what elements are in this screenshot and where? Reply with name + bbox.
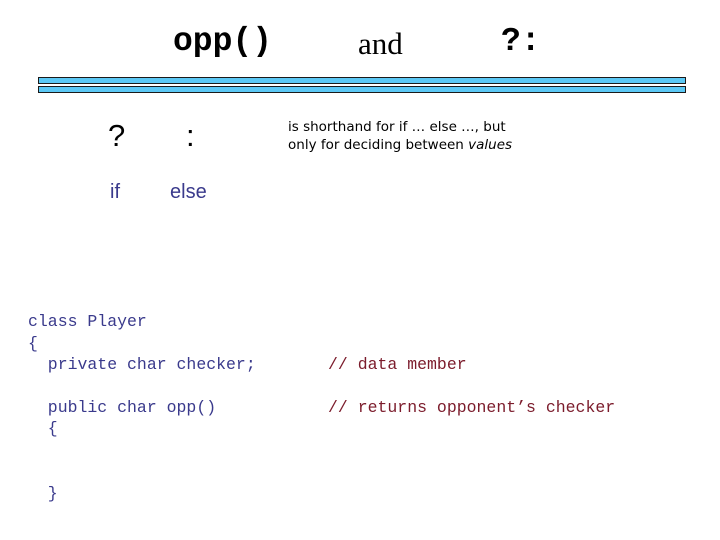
- title-ternary-operator: ?:: [501, 23, 541, 60]
- title-opp-method: opp(): [173, 23, 273, 60]
- ternary-question-symbol: ?: [108, 118, 126, 153]
- code-line-comment: // returns opponent’s checker: [328, 397, 616, 417]
- explanation-note-line-2: only for deciding between values: [288, 136, 588, 154]
- title-conjunction: and: [358, 26, 403, 61]
- slide-title: opp() and ?:: [0, 18, 720, 68]
- title-divider: [38, 77, 686, 93]
- code-line-text: class Player: [28, 312, 147, 331]
- ternary-colon-symbol: :: [186, 118, 195, 153]
- code-line-text: {: [28, 419, 58, 438]
- note-line1-mid: …: [407, 119, 430, 135]
- note-line2-emphasis: values: [468, 137, 513, 153]
- code-line-text: private char checker;: [28, 355, 256, 374]
- note-line1-prefix: is shorthand for: [288, 119, 399, 135]
- keyword-else-label: else: [170, 181, 207, 203]
- code-line: }: [28, 483, 708, 505]
- code-line: public char opp() // returns opponent’s c…: [28, 397, 708, 419]
- keyword-if-label: if: [110, 181, 120, 203]
- explanation-note: is shorthand for if … else …, but only f…: [288, 118, 588, 154]
- code-line-text: }: [28, 483, 58, 503]
- note-line1-else: else: [429, 119, 457, 135]
- note-line1-suffix: …, but: [456, 119, 506, 135]
- note-line2-prefix: only for deciding between: [288, 137, 469, 153]
- code-line: class Player: [28, 311, 708, 333]
- code-line: private char checker; // data member: [28, 354, 708, 376]
- code-line: {: [28, 333, 708, 355]
- divider-bar-bottom: [38, 86, 686, 93]
- code-line-text: {: [28, 333, 38, 353]
- divider-bar-top: [38, 77, 686, 84]
- code-line-comment: // data member: [328, 355, 467, 374]
- code-line-text: public char opp(): [28, 397, 217, 417]
- code-line: {: [28, 418, 708, 440]
- code-block: class Player { private char checker; // da…: [28, 311, 708, 504]
- explanation-note-line-1: is shorthand for if … else …, but: [288, 118, 588, 136]
